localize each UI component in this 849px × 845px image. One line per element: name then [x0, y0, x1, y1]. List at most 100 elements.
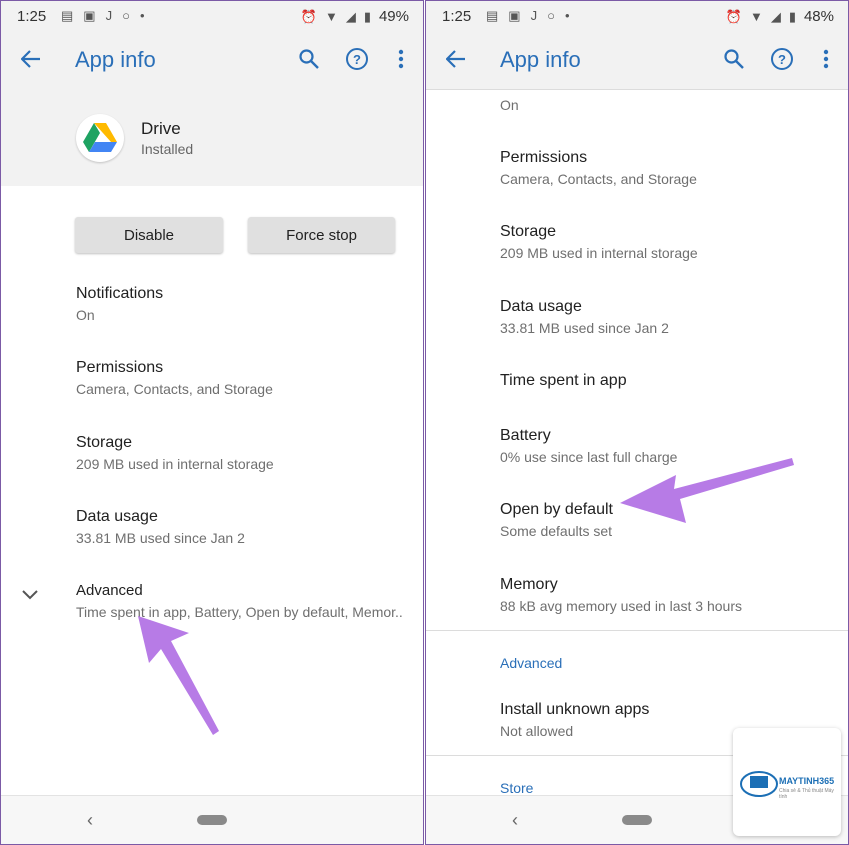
left-phone-screen: 1:25 ▤ ▣ J ○ • ⏰ ▼ ◢ ▮ 49% App info ? Dr… [0, 0, 424, 845]
item-title: Notifications [76, 285, 164, 302]
notification-icons: ▤ ▣ J ○ • [61, 8, 145, 24]
force-stop-button[interactable]: Force stop [248, 217, 395, 253]
drive-logo-icon [76, 114, 124, 162]
circle-icon: ○ [122, 8, 130, 23]
item-title: Memory [500, 576, 558, 593]
item-title: Open by default [500, 501, 613, 518]
data-usage-item[interactable]: Data usage 33.81 MB used since Jan 2 [76, 507, 413, 548]
status-time: 1:25 [442, 8, 472, 25]
back-arrow-icon[interactable] [442, 45, 470, 73]
item-subtitle: Camera, Contacts, and Storage [500, 171, 697, 187]
help-icon[interactable]: ? [768, 45, 796, 73]
status-bar: 1:25 ▤ ▣ J ○ • ⏰ ▼ ◢ ▮ 48% [426, 1, 848, 31]
battery-item[interactable]: Battery 0% use since last full charge [500, 426, 838, 467]
notifications-item-partial[interactable]: On [500, 94, 838, 115]
dot-icon: • [139, 8, 145, 23]
permissions-item[interactable]: Permissions Camera, Contacts, and Storag… [76, 358, 413, 399]
chat-icon: ▣ [83, 8, 96, 23]
system-nav-bar: ‹ [1, 795, 423, 844]
app-bar: App info ? [426, 31, 848, 90]
app-header: Drive Installed [1, 89, 423, 186]
page-title: App info [500, 47, 581, 72]
item-subtitle: On [76, 307, 95, 323]
time-spent-item[interactable]: Time spent in app [500, 371, 838, 391]
status-bar: 1:25 ▤ ▣ J ○ • ⏰ ▼ ◢ ▮ 49% [1, 1, 423, 31]
more-vert-icon[interactable] [812, 45, 840, 73]
item-subtitle: 33.81 MB used since Jan 2 [500, 320, 669, 336]
item-title: Permissions [500, 149, 588, 166]
battery-percent: 48% [803, 8, 834, 25]
app-name: Drive [141, 119, 181, 138]
chevron-down-icon[interactable] [21, 588, 39, 606]
app-install-status: Installed [141, 141, 194, 157]
nav-back-icon[interactable]: ‹ [512, 810, 518, 831]
open-by-default-item[interactable]: Open by default Some defaults set [500, 500, 838, 541]
item-subtitle: On [500, 97, 519, 113]
back-arrow-icon[interactable] [17, 45, 45, 73]
help-icon[interactable]: ? [343, 45, 371, 73]
item-title: Storage [76, 434, 133, 451]
monitor-logo-icon [740, 771, 778, 797]
wifi-icon: ▼ [749, 9, 763, 24]
battery-icon: ▮ [363, 8, 371, 24]
advanced-item[interactable]: Advanced Time spent in app, Battery, Ope… [76, 581, 409, 622]
message-icon: ▤ [61, 8, 74, 23]
right-phone-screen: 1:25 ▤ ▣ J ○ • ⏰ ▼ ◢ ▮ 48% App info ? On… [425, 0, 849, 845]
storage-item[interactable]: Storage 209 MB used in internal storage [76, 433, 413, 474]
data-usage-item[interactable]: Data usage 33.81 MB used since Jan 2 [500, 297, 838, 338]
item-subtitle: 33.81 MB used since Jan 2 [76, 530, 245, 546]
system-icons: ⏰ ▼ ◢ ▮ 49% [301, 8, 409, 25]
system-icons: ⏰ ▼ ◢ ▮ 48% [726, 8, 834, 25]
circle-icon: ○ [547, 8, 555, 23]
search-icon[interactable] [295, 45, 323, 73]
store-section-label: Store [500, 780, 534, 796]
signal-icon: ◢ [770, 8, 781, 24]
wifi-icon: ▼ [324, 9, 338, 24]
item-title: Storage [500, 223, 557, 240]
item-subtitle: Some defaults set [500, 523, 613, 539]
more-vert-icon[interactable] [387, 45, 415, 73]
item-title: Time spent in app [500, 372, 627, 389]
battery-percent: 49% [378, 8, 409, 25]
search-icon[interactable] [720, 45, 748, 73]
battery-icon: ▮ [788, 8, 796, 24]
app-bar: App info ? [1, 31, 423, 89]
item-subtitle: 0% use since last full charge [500, 449, 678, 465]
status-time: 1:25 [17, 8, 47, 25]
notification-icons: ▤ ▣ J ○ • [486, 8, 570, 24]
section-divider [426, 630, 848, 631]
watermark-logo: MAYTINH365 Chia sẻ & Thủ thuật Máy tính [733, 728, 841, 836]
disable-button[interactable]: Disable [75, 217, 223, 253]
svg-text:?: ? [778, 52, 786, 67]
watermark-brand: MAYTINH365 [779, 776, 835, 786]
chat-icon: ▣ [508, 8, 521, 23]
item-subtitle: 88 kB avg memory used in last 3 hours [500, 598, 743, 614]
item-subtitle: 209 MB used in internal storage [76, 456, 274, 472]
j-app-icon: J [105, 8, 113, 23]
item-title: Data usage [76, 508, 158, 525]
alarm-icon: ⏰ [300, 8, 317, 24]
item-subtitle: Camera, Contacts, and Storage [76, 381, 273, 397]
watermark-tagline: Chia sẻ & Thủ thuật Máy tính [779, 788, 834, 800]
memory-item[interactable]: Memory 88 kB avg memory used in last 3 h… [500, 575, 838, 616]
nav-back-icon[interactable]: ‹ [87, 810, 93, 831]
item-title: Battery [500, 427, 551, 444]
storage-item[interactable]: Storage 209 MB used in internal storage [500, 222, 838, 263]
item-title: Install unknown apps [500, 701, 650, 718]
notifications-item[interactable]: Notifications On [76, 284, 413, 325]
nav-home-icon[interactable] [197, 815, 227, 825]
j-app-icon: J [530, 8, 538, 23]
svg-text:?: ? [353, 52, 361, 67]
item-subtitle: Time spent in app, Battery, Open by defa… [76, 604, 403, 620]
dot-icon: • [564, 8, 570, 23]
highlight-arrow [138, 616, 219, 735]
item-subtitle: 209 MB used in internal storage [500, 245, 698, 261]
permissions-item[interactable]: Permissions Camera, Contacts, and Storag… [500, 148, 838, 189]
item-title: Data usage [500, 298, 582, 315]
advanced-section-label: Advanced [500, 655, 563, 671]
item-title: Advanced [76, 582, 143, 599]
alarm-icon: ⏰ [725, 8, 742, 24]
signal-icon: ◢ [345, 8, 356, 24]
message-icon: ▤ [486, 8, 499, 23]
nav-home-icon[interactable] [622, 815, 652, 825]
